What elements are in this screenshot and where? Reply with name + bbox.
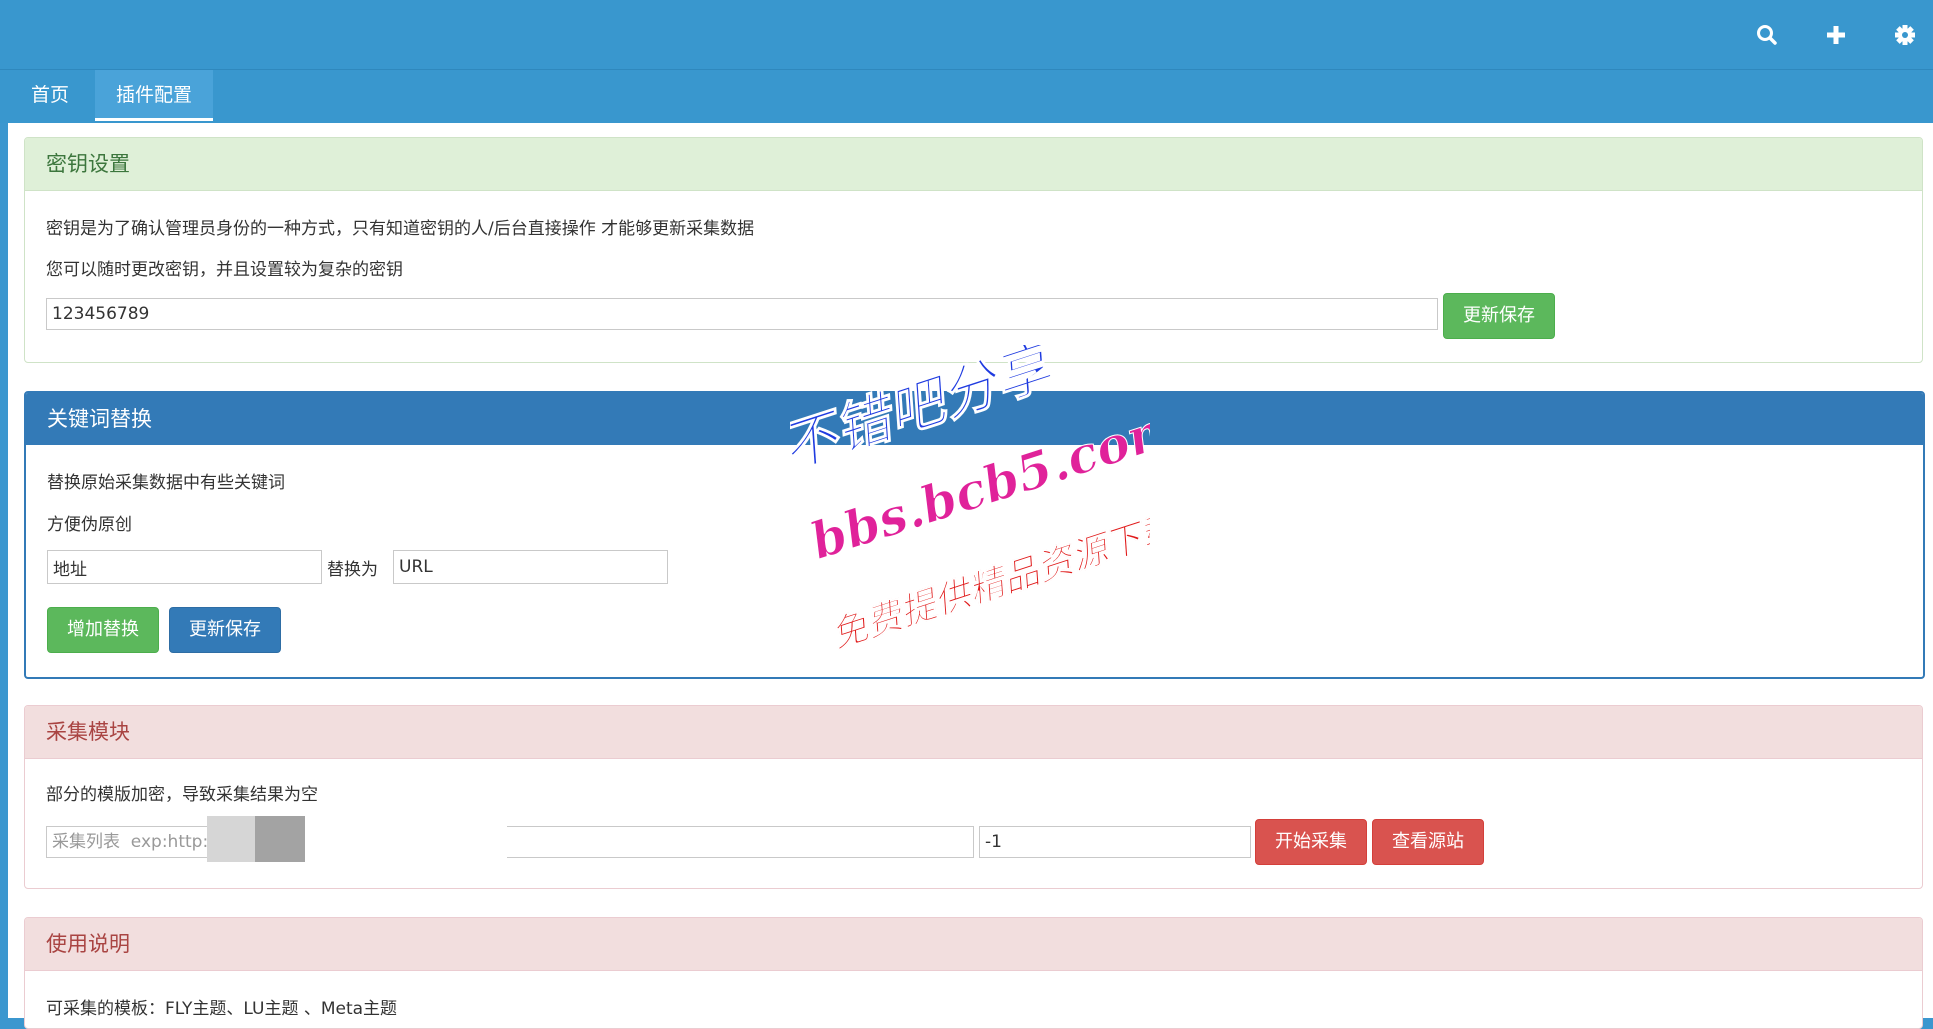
keyword-replace-panel: 关键词替换 替换原始采集数据中有些关键词 方便伪原创 替换为 增加替换 更新保存 — [24, 391, 1925, 679]
top-navbar — [0, 0, 1933, 70]
panel-title: 使用说明 — [25, 918, 1922, 971]
panel-title: 密钥设置 — [25, 138, 1922, 191]
redacted-region — [207, 816, 507, 880]
keyword-from-input[interactable] — [47, 550, 322, 584]
description-text: 可采集的模板：FLY主题、LU主题 、Meta主题 — [46, 999, 398, 1019]
collect-list-input[interactable] — [46, 826, 974, 858]
tab-home[interactable]: 首页 — [12, 70, 88, 121]
description-text: 部分的模版加密，导致采集结果为空 — [46, 785, 318, 805]
view-source-button[interactable]: 查看源站 — [1372, 819, 1484, 865]
description-text: 方便伪原创 — [47, 515, 132, 535]
panel-title: 采集模块 — [25, 706, 1922, 759]
add-replace-button[interactable]: 增加替换 — [47, 607, 159, 653]
panel-title: 关键词替换 — [26, 393, 1923, 445]
keyword-to-input[interactable] — [393, 550, 668, 584]
update-save-button[interactable]: 更新保存 — [169, 607, 281, 653]
tab-bar: 首页 插件配置 — [0, 70, 1933, 123]
search-icon[interactable] — [1754, 22, 1780, 48]
key-settings-panel: 密钥设置 密钥是为了确认管理员身份的一种方式，只有知道密钥的人/后台直接操作 才… — [24, 137, 1923, 363]
tab-plugin-config[interactable]: 插件配置 — [95, 70, 213, 121]
usage-panel: 使用说明 可采集的模板：FLY主题、LU主题 、Meta主题 — [24, 917, 1923, 1029]
update-save-button[interactable]: 更新保存 — [1443, 293, 1555, 339]
description-text: 您可以随时更改密钥，并且设置较为复杂的密钥 — [46, 260, 403, 280]
collect-count-input[interactable] — [979, 826, 1251, 858]
description-text: 替换原始采集数据中有些关键词 — [47, 473, 285, 493]
description-text: 密钥是为了确认管理员身份的一种方式，只有知道密钥的人/后台直接操作 才能够更新采… — [46, 219, 755, 239]
main-content: 密钥设置 密钥是为了确认管理员身份的一种方式，只有知道密钥的人/后台直接操作 才… — [8, 123, 1933, 1029]
key-input[interactable] — [46, 298, 1438, 330]
collect-module-panel: 采集模块 部分的模版加密，导致采集结果为空 开始采集 查看源站 — [24, 705, 1923, 889]
replace-with-label: 替换为 — [327, 560, 378, 580]
start-collect-button[interactable]: 开始采集 — [1255, 819, 1367, 865]
gear-icon[interactable] — [1892, 22, 1918, 48]
plus-icon[interactable] — [1823, 22, 1849, 48]
